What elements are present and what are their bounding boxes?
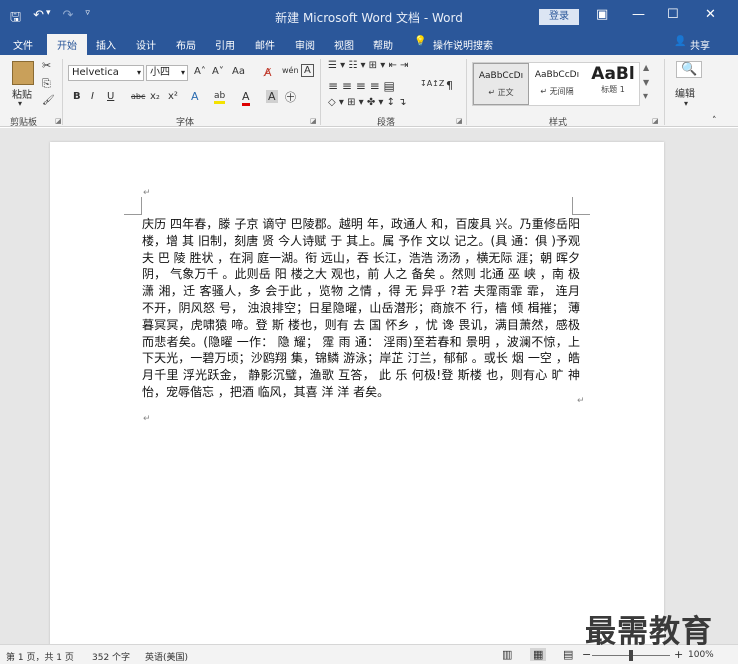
find-icon[interactable]: 🔍 <box>676 61 703 78</box>
tab-insert[interactable]: 插入 <box>96 37 116 52</box>
cut-icon[interactable]: ✂ <box>42 59 51 72</box>
character-border-icon[interactable]: A <box>301 64 314 77</box>
show-marks-icon[interactable]: ¶ <box>446 79 453 92</box>
font-dialog-launcher-icon[interactable]: ◪ <box>310 117 317 125</box>
sort-icon[interactable]: ↧A↥Z <box>420 79 444 88</box>
format-painter-icon[interactable]: 🖌 <box>42 95 55 106</box>
document-workspace: ↵ 庆历 四年春，滕 子京 谪守 巴陵郡。越明 年，政通人 和，百废具 兴。乃重… <box>0 128 738 652</box>
page-count[interactable]: 第 1 页，共 1 页 <box>6 650 74 663</box>
chevron-down-icon: ▾ <box>136 68 141 77</box>
clear-format-icon[interactable]: A̸ <box>264 66 272 79</box>
word-count[interactable]: 352 个字 <box>92 650 130 663</box>
bullets-numbering-row[interactable]: ☰ ▾ ☷ ▾ ⊞ ▾ ⇤ ⇥ <box>328 60 408 71</box>
zoom-slider-thumb[interactable] <box>629 650 633 661</box>
tab-design[interactable]: 设计 <box>136 37 156 52</box>
grow-font-icon[interactable]: A˄ <box>194 66 206 77</box>
tab-review[interactable]: 审阅 <box>295 37 315 52</box>
login-button[interactable]: 登录 <box>539 9 579 25</box>
crop-mark <box>124 197 142 215</box>
clipboard-group-label: 剪贴板 <box>10 118 38 128</box>
editing-dropdown-icon[interactable]: ▾ <box>684 99 688 108</box>
style-normal[interactable]: AaBbCcDı ↵ 正文 <box>473 63 529 105</box>
tab-help[interactable]: 帮助 <box>373 37 393 52</box>
document-page: ↵ 庆历 四年春，滕 子京 谪守 巴陵郡。越明 年，政通人 和，百废具 兴。乃重… <box>50 142 664 652</box>
paragraph-mark: ↵ <box>143 414 151 424</box>
alignment-row[interactable]: ≡ ≡ ≡ ≡ ▤ <box>328 79 395 93</box>
font-color-icon[interactable]: A <box>242 90 250 106</box>
paste-icon[interactable] <box>12 61 34 85</box>
divider <box>664 59 665 125</box>
tab-layout[interactable]: 布局 <box>176 37 196 52</box>
crop-mark <box>572 197 590 215</box>
ribbon-tabs: 文件 开始 插入 设计 布局 引用 邮件 审阅 视图 帮助 💡 操作说明搜索 👤… <box>0 33 738 55</box>
paragraph-mark: ↵ <box>577 396 585 406</box>
divider <box>320 59 321 125</box>
font-name-value: Helvetica <box>72 67 119 78</box>
style-heading-1[interactable]: AaBl 标题 1 <box>585 63 641 105</box>
tab-view[interactable]: 视图 <box>334 37 354 52</box>
font-size-value: 小四 <box>150 67 170 78</box>
collapse-ribbon-icon[interactable]: ˄ <box>712 116 717 126</box>
highlight-icon[interactable]: ab <box>214 91 226 104</box>
bold-icon[interactable]: B <box>73 91 81 102</box>
enclose-characters-icon[interactable]: ㊉ <box>285 89 296 105</box>
close-icon[interactable]: ✕ <box>705 7 716 22</box>
style-no-spacing[interactable]: AaBbCcDı ↵ 无间隔 <box>529 63 585 105</box>
shrink-font-icon[interactable]: A˅ <box>212 66 224 77</box>
strikethrough-icon[interactable]: abc <box>131 92 145 101</box>
share-button[interactable]: 共享 <box>690 37 710 52</box>
font-size-dropdown[interactable]: 小四 ▾ <box>146 65 188 81</box>
minimize-icon[interactable]: — <box>632 7 645 22</box>
font-group-label: 字体 <box>176 118 195 128</box>
web-layout-icon[interactable]: ▤ <box>563 648 573 661</box>
tab-mailings[interactable]: 邮件 <box>255 37 275 52</box>
share-icon[interactable]: 👤 <box>674 36 686 47</box>
subscript-icon[interactable]: x₂ <box>150 91 160 102</box>
paste-dropdown-icon[interactable]: ▾ <box>18 99 22 108</box>
superscript-icon[interactable]: x² <box>168 91 178 102</box>
paragraph-group-label: 段落 <box>377 118 396 128</box>
title-bar: 🖫 ↶ ▾ ↷ ▿ 新建 Microsoft Word 文档 - Word 登录… <box>0 0 738 33</box>
styles-scroll-down-icon[interactable]: ▼ <box>643 78 649 87</box>
clipboard-dialog-launcher-icon[interactable]: ◪ <box>55 117 62 125</box>
styles-group-label: 样式 <box>549 118 568 128</box>
font-name-dropdown[interactable]: Helvetica ▾ <box>68 65 144 81</box>
editing-button[interactable]: 编辑 <box>675 85 695 100</box>
zoom-level[interactable]: 100% <box>688 650 714 660</box>
tell-me-search[interactable]: 操作说明搜索 <box>433 37 493 52</box>
change-case-icon[interactable]: Aa <box>232 66 245 77</box>
shading-borders-row[interactable]: ◇ ▾ ⊞ ▾ ✤ ▾ ↕ ↴ <box>328 97 407 108</box>
styles-more-icon[interactable]: ▾ <box>643 91 648 102</box>
tell-me-icon[interactable]: 💡 <box>414 36 426 47</box>
document-title: 新建 Microsoft Word 文档 - Word <box>275 11 463 25</box>
divider <box>466 59 467 125</box>
character-shading-icon[interactable]: A <box>266 90 278 103</box>
copy-icon[interactable]: ⎘ <box>42 77 51 91</box>
paragraph-mark: ↵ <box>143 188 151 198</box>
styles-gallery: AaBbCcDı ↵ 正文 AaBbCcDı ↵ 无间隔 AaBl 标题 1 <box>472 62 640 106</box>
ribbon-display-icon[interactable]: ▣ <box>596 7 608 22</box>
document-body-text[interactable]: 庆历 四年春，滕 子京 谪守 巴陵郡。越明 年，政通人 和，百废具 兴。乃重修岳… <box>142 216 580 401</box>
read-mode-icon[interactable]: ▥ <box>502 648 512 661</box>
styles-dialog-launcher-icon[interactable]: ◪ <box>652 117 659 125</box>
maximize-icon[interactable]: ☐ <box>667 7 679 22</box>
ribbon: 粘贴 ▾ ✂ ⎘ 🖌 剪贴板 ◪ Helvetica ▾ 小四 ▾ A˄ A˅ … <box>0 55 738 128</box>
chevron-down-icon: ▾ <box>180 68 185 77</box>
phonetic-guide-icon[interactable]: wén <box>282 66 299 75</box>
paragraph-dialog-launcher-icon[interactable]: ◪ <box>456 117 463 125</box>
divider <box>62 59 63 125</box>
styles-scroll-up-icon[interactable]: ▲ <box>643 63 649 72</box>
tab-file[interactable]: 文件 <box>13 37 33 52</box>
tab-references[interactable]: 引用 <box>215 37 235 52</box>
language-indicator[interactable]: 英语(美国) <box>145 650 188 663</box>
underline-icon[interactable]: U <box>107 91 114 102</box>
text-effects-icon[interactable]: A <box>191 90 199 103</box>
watermark-logo: 最需教育 <box>585 614 713 650</box>
tab-home[interactable]: 开始 <box>47 34 87 55</box>
print-layout-icon[interactable]: ▦ <box>530 648 547 661</box>
italic-icon[interactable]: I <box>91 91 94 102</box>
